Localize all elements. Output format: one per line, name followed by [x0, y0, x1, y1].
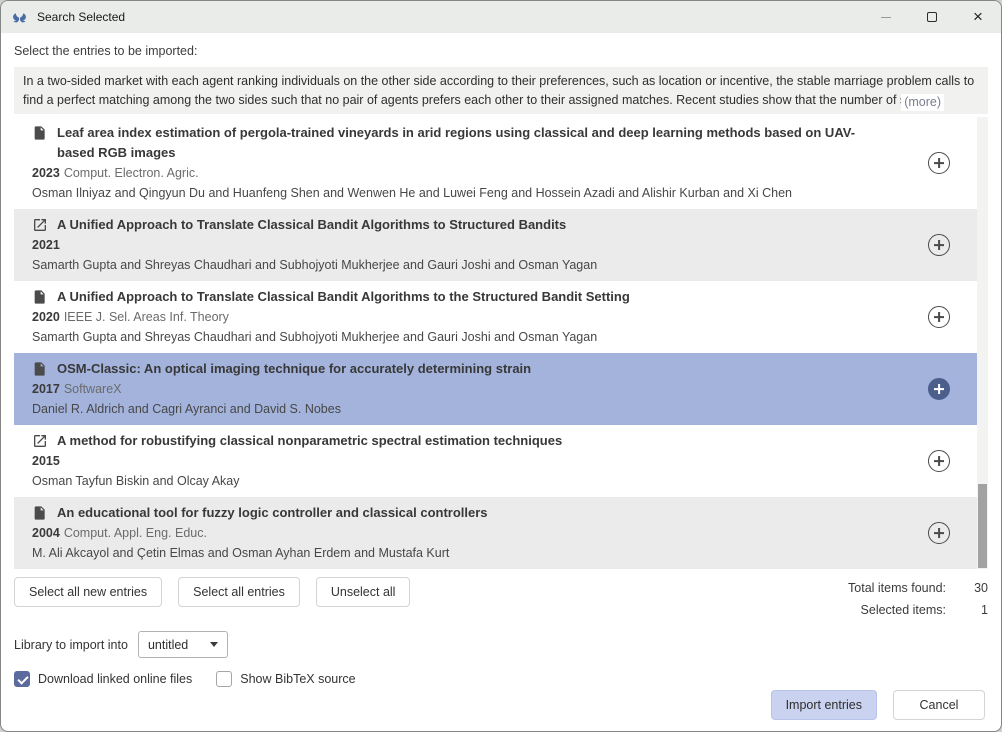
entry-journal: Comput. Appl. Eng. Educ. — [64, 526, 207, 540]
entry-row[interactable]: Leaf area index estimation of pergola-tr… — [14, 117, 988, 209]
minimize-button[interactable] — [863, 1, 909, 33]
maximize-icon — [927, 12, 937, 22]
entry-row[interactable]: OSM-Classic: An optical imaging techniqu… — [14, 353, 988, 425]
file-document-icon — [32, 505, 48, 521]
unselect-all-button[interactable]: Unselect all — [316, 577, 411, 607]
entry-title: OSM-Classic: An optical imaging techniqu… — [57, 359, 531, 379]
entry-row[interactable]: An educational tool for fuzzy logic cont… — [14, 497, 988, 569]
close-icon: × — [973, 12, 983, 22]
library-label: Library to import into — [14, 638, 128, 652]
select-all-new-entries-button[interactable]: Select all new entries — [14, 577, 162, 607]
scrollbar-track[interactable] — [977, 117, 988, 569]
add-entry-button[interactable] — [928, 522, 950, 544]
selection-button-group: Select all new entries Select all entrie… — [14, 577, 410, 607]
entry-authors: M. Ali Akcayol and Çetin Elmas and Osman… — [32, 543, 928, 563]
import-entries-button[interactable]: Import entries — [771, 690, 877, 720]
entry-title: A Unified Approach to Translate Classica… — [57, 215, 566, 235]
entry-main: Leaf area index estimation of pergola-tr… — [32, 123, 928, 203]
add-entry-button[interactable] — [928, 450, 950, 472]
entry-year: 2004 — [32, 526, 60, 540]
window-title: Search Selected — [37, 10, 125, 24]
entry-year: 2023 — [32, 166, 60, 180]
entry-main: An educational tool for fuzzy logic cont… — [32, 503, 928, 563]
open-in-new-icon — [32, 433, 48, 449]
entry-main: A Unified Approach to Translate Classica… — [32, 287, 928, 347]
dialog-window: Search Selected × Select the entries to … — [0, 0, 1002, 732]
selected-items-label: Selected items: — [861, 599, 946, 621]
add-entry-button[interactable] — [928, 378, 950, 400]
title-bar: Search Selected × — [1, 1, 1001, 33]
download-files-label[interactable]: Download linked online files — [38, 672, 192, 686]
entry-year: 2015 — [32, 454, 60, 468]
entry-year: 2021 — [32, 238, 60, 252]
total-items-value: 30 — [946, 577, 988, 599]
entry-list: Leaf area index estimation of pergola-tr… — [14, 117, 988, 569]
maximize-button[interactable] — [909, 1, 955, 33]
cancel-button[interactable]: Cancel — [893, 690, 985, 720]
entry-row[interactable]: A Unified Approach to Translate Classica… — [14, 209, 988, 281]
entry-row[interactable]: A Unified Approach to Translate Classica… — [14, 281, 988, 353]
entry-main: A Unified Approach to Translate Classica… — [32, 215, 928, 275]
add-entry-button[interactable] — [928, 306, 950, 328]
library-select[interactable]: untitled — [138, 631, 228, 658]
library-select-value: untitled — [148, 638, 210, 652]
entry-journal: Comput. Electron. Agric. — [64, 166, 199, 180]
download-files-checkbox[interactable] — [14, 671, 30, 687]
show-bibtex-checkbox[interactable] — [216, 671, 232, 687]
minimize-icon — [881, 17, 891, 18]
scrollbar-thumb[interactable] — [978, 484, 987, 568]
file-document-icon — [32, 125, 48, 141]
more-link[interactable]: (more) — [901, 94, 944, 111]
totals-panel: Total items found: 30 Selected items: 1 — [848, 577, 988, 621]
entry-main: A method for robustifying classical nonp… — [32, 431, 928, 491]
select-all-entries-button[interactable]: Select all entries — [178, 577, 300, 607]
open-in-new-icon — [32, 217, 48, 233]
entry-main: OSM-Classic: An optical imaging techniqu… — [32, 359, 928, 419]
abstract-text: In a two-sided market with each agent ra… — [23, 74, 974, 107]
entry-title: Leaf area index estimation of pergola-tr… — [57, 123, 882, 163]
instruction-label: Select the entries to be imported: — [14, 44, 988, 58]
entry-authors: Samarth Gupta and Shreyas Chaudhari and … — [32, 255, 928, 275]
total-items-label: Total items found: — [848, 577, 946, 599]
add-entry-button[interactable] — [928, 152, 950, 174]
footer: Select all new entries Select all entrie… — [14, 577, 988, 731]
chevron-down-icon — [210, 642, 218, 647]
entry-title: An educational tool for fuzzy logic cont… — [57, 503, 488, 523]
entry-year: 2020 — [32, 310, 60, 324]
selected-items-value: 1 — [946, 599, 988, 621]
entry-authors: Osman Tayfun Biskin and Olcay Akay — [32, 471, 928, 491]
entry-year: 2017 — [32, 382, 60, 396]
window-controls: × — [863, 1, 1001, 33]
entry-authors: Daniel R. Aldrich and Cagri Ayranci and … — [32, 399, 928, 419]
show-bibtex-label[interactable]: Show BibTeX source — [240, 672, 355, 686]
file-document-icon — [32, 289, 48, 305]
entry-authors: Samarth Gupta and Shreyas Chaudhari and … — [32, 327, 928, 347]
entry-journal: IEEE J. Sel. Areas Inf. Theory — [64, 310, 229, 324]
jabref-logo-icon — [11, 9, 28, 26]
entry-title: A Unified Approach to Translate Classica… — [57, 287, 630, 307]
file-document-icon — [32, 361, 48, 377]
abstract-preview: In a two-sided market with each agent ra… — [14, 67, 988, 114]
entry-journal: SoftwareX — [64, 382, 122, 396]
entry-title: A method for robustifying classical nonp… — [57, 431, 562, 451]
close-button[interactable]: × — [955, 1, 1001, 33]
entry-row[interactable]: A method for robustifying classical nonp… — [14, 425, 988, 497]
add-entry-button[interactable] — [928, 234, 950, 256]
entry-authors: Osman Ilniyaz and Qingyun Du and Huanfen… — [32, 183, 928, 203]
